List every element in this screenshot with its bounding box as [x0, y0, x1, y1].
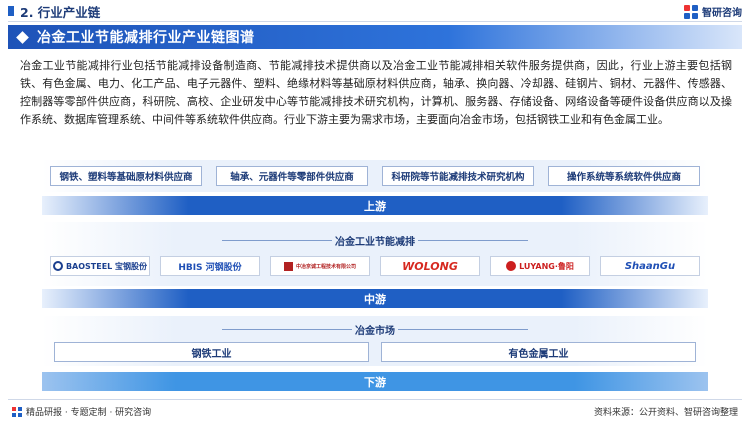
divider-line [398, 329, 528, 330]
intro-paragraph: 冶金工业节能减排行业包括节能减排设备制造商、节能减排技术提供商以及冶金工业节能减… [20, 59, 732, 126]
footer-source: 资料来源：公开资料、智研咨询整理 [593, 408, 738, 418]
downstream-item: 钢铁工业 [54, 342, 369, 362]
downstream-row: 钢铁工业 有色金属工业 [54, 342, 696, 362]
footer-tagline-text: 精品研报 · 专题定制 · 研究咨询 [26, 408, 152, 418]
company-logo-luyang: LUYANG·鲁阳 [490, 256, 590, 276]
upstream-item: 钢铁、塑料等基础原材料供应商 [50, 166, 202, 186]
footer: 精品研报 · 专题定制 · 研究咨询 资料来源：公开资料、智研咨询整理 [8, 399, 742, 419]
section-header: 2. 行业产业链 智研咨询 [0, 0, 750, 22]
footer-tagline: 精品研报 · 专题定制 · 研究咨询 [12, 405, 151, 418]
header-divider [8, 21, 742, 22]
upstream-row: 钢铁、塑料等基础原材料供应商 轴承、元器件等零部件供应商 科研院等节能减排技术研… [50, 166, 700, 186]
industry-chain-diagram: 钢铁、塑料等基础原材料供应商 轴承、元器件等零部件供应商 科研院等节能减排技术研… [42, 160, 708, 396]
midstream-subtitle: 冶金工业节能减排 [335, 237, 415, 248]
company-name: WOLONG [402, 259, 458, 273]
upstream-item: 轴承、元器件等零部件供应商 [216, 166, 368, 186]
company-logo-shaangu: ShaanGu [600, 256, 700, 276]
ceri-logo-icon [283, 261, 293, 271]
company-logo-hbis: HBIS 河钢股份 [160, 256, 260, 276]
brand-name: 智研咨询 [702, 8, 742, 19]
company-name: ShaanGu [624, 260, 676, 272]
company-logo-ceri: 中冶京诚工程技术有限公司 [270, 256, 370, 276]
brand[interactable]: 智研咨询 [684, 4, 742, 19]
downstream-subtitle: 冶金市场 [355, 326, 395, 337]
company-logo-baosteel: BAOSTEEL 宝钢股份 [50, 256, 150, 276]
title-band: 冶金工业节能减排行业产业链图谱 [8, 25, 742, 49]
midstream-background [42, 222, 708, 286]
midstream-band: 中游 [42, 289, 708, 308]
divider-line [418, 240, 528, 241]
upstream-item: 科研院等节能减排技术研究机构 [382, 166, 534, 186]
upstream-item: 操作系统等系统软件供应商 [548, 166, 700, 186]
midstream-companies: BAOSTEEL 宝钢股份 HBIS 河钢股份 中冶京诚工程技术有限公司 WOL… [50, 256, 700, 276]
page-title: 冶金工业节能减排行业产业链图谱 [37, 30, 255, 46]
section-marker [8, 6, 14, 16]
baosteel-logo-icon [52, 261, 63, 271]
footer-divider [8, 399, 742, 400]
company-name: LUYANG·鲁阳 [519, 261, 574, 271]
diamond-icon [16, 30, 29, 44]
luyang-logo-icon [506, 261, 517, 271]
upstream-band: 上游 [42, 196, 708, 215]
company-logo-wolong: WOLONG [380, 256, 480, 276]
downstream-band: 下游 [42, 372, 708, 391]
zhiyan-logo-icon [684, 4, 698, 19]
zhiyan-logo-icon [12, 406, 22, 417]
company-name: HBIS 河钢股份 [178, 262, 242, 273]
section-title: 2. 行业产业链 [20, 4, 101, 20]
company-name: 中冶京诚工程技术有限公司 [295, 263, 356, 270]
company-name: BAOSTEEL 宝钢股份 [65, 261, 148, 271]
downstream-item: 有色金属工业 [381, 342, 696, 362]
